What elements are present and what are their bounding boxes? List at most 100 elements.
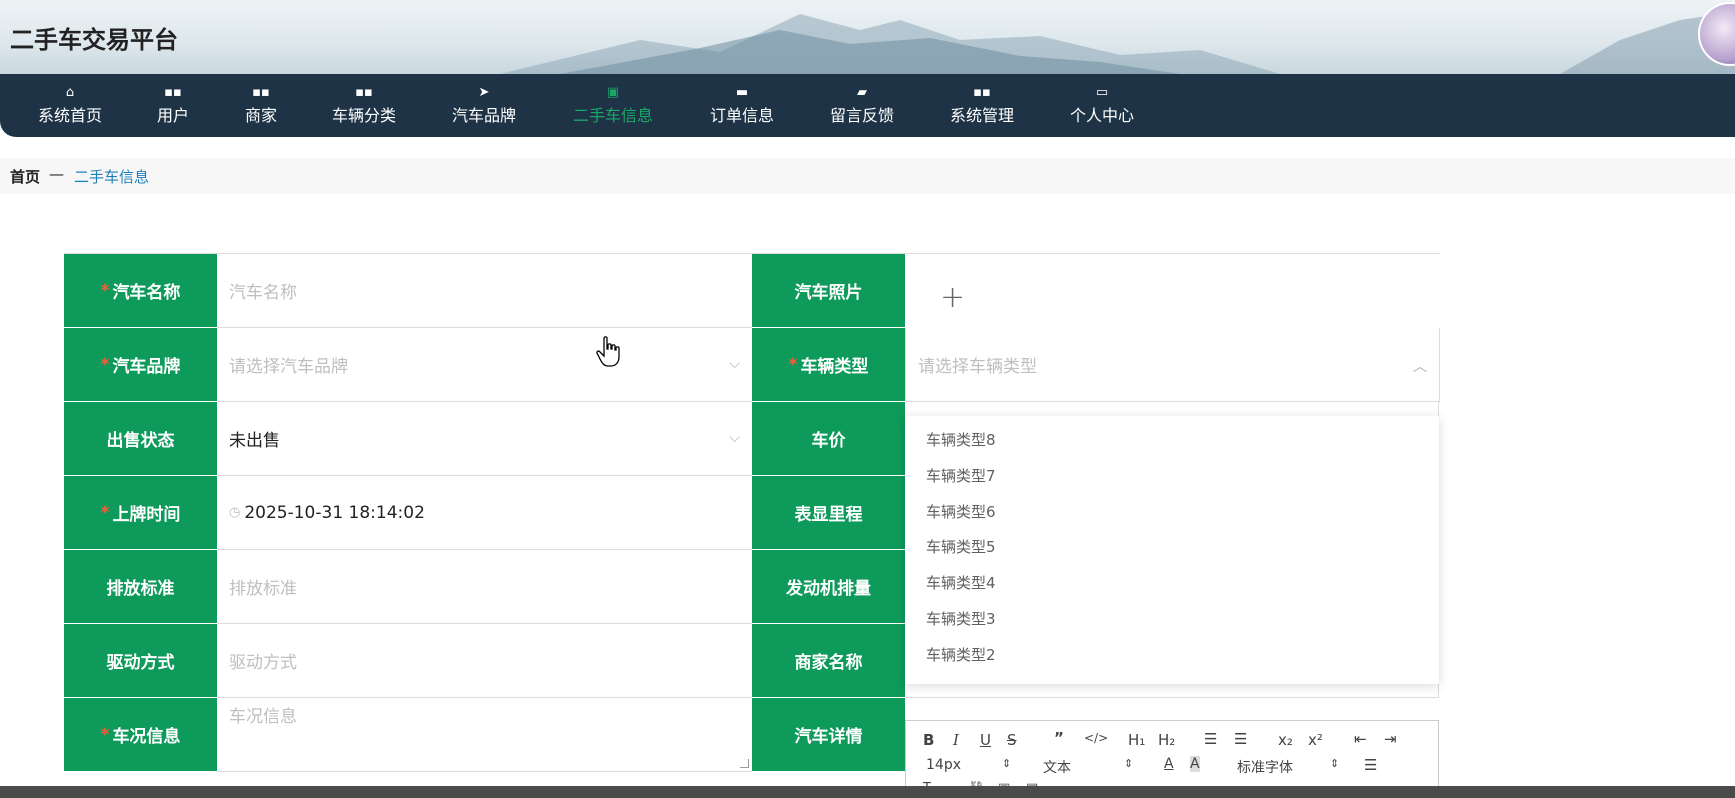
grid-icon: ▪▪: [973, 85, 991, 100]
label-text: 汽车名称: [112, 283, 181, 303]
dropdown-option[interactable]: 车辆类型6: [926, 501, 996, 522]
briefcase-icon: ▰: [857, 85, 867, 100]
placeholder: 驱动方式: [229, 653, 297, 673]
required-mark: *: [100, 354, 110, 375]
nav-item-car-brand[interactable]: ➤ 汽车品牌: [444, 74, 524, 137]
label-car-photo: 汽车照片: [752, 254, 905, 328]
resize-handle[interactable]: [740, 759, 749, 768]
superscript-icon[interactable]: x²: [1308, 731, 1323, 749]
dropdown-option[interactable]: 车辆类型4: [926, 572, 996, 593]
dropdown-option[interactable]: 车辆类型7: [926, 465, 996, 486]
selected-value: 未出售: [229, 431, 280, 451]
car-name-input[interactable]: 汽车名称: [217, 254, 752, 328]
grid-icon: ▪▪: [164, 85, 182, 100]
label-text: 发动机排量: [786, 579, 871, 599]
plate-time-picker[interactable]: ◷ 2025-10-31 18:14:02: [217, 476, 752, 550]
vehicle-type-select[interactable]: 请选择车辆类型 ︿: [905, 328, 1440, 402]
label-text: 出售状态: [106, 431, 175, 451]
label-text: 表显里程: [794, 505, 863, 525]
bottom-scroll-bar: [0, 786, 1735, 798]
vehicle-type-dropdown: 车辆类型8 车辆类型7 车辆类型6 车辆类型5 车辆类型4 车辆类型3 车辆类型…: [905, 416, 1439, 684]
clock-icon: ◷: [229, 505, 241, 520]
strikethrough-icon[interactable]: S: [1007, 731, 1017, 749]
nav-label: 系统首页: [37, 106, 102, 125]
required-mark: *: [788, 354, 798, 375]
grid-icon: ▪▪: [252, 85, 270, 100]
font-size-select[interactable]: 14px: [926, 757, 961, 773]
label-plate-time: * 上牌时间: [64, 476, 217, 550]
nav-label: 订单信息: [709, 106, 774, 125]
align-icon[interactable]: ☰: [1364, 756, 1377, 774]
dropdown-option[interactable]: 车辆类型3: [926, 608, 996, 629]
label-emission: 排放标准: [64, 550, 217, 624]
font-color-icon[interactable]: A: [1164, 756, 1174, 772]
label-text: 上牌时间: [112, 505, 181, 525]
required-mark: *: [100, 502, 110, 523]
nav-label: 个人中心: [1069, 106, 1134, 125]
label-drive: 驱动方式: [64, 624, 217, 698]
ordered-list-icon[interactable]: ☰: [1204, 730, 1217, 748]
required-mark: *: [100, 280, 110, 301]
label-text: 排放标准: [106, 579, 175, 599]
placeholder: 车况信息: [229, 707, 297, 727]
nav-item-used-car-info[interactable]: ▣ 二手车信息: [568, 74, 658, 137]
nav-item-users[interactable]: ▪▪ 用户: [148, 74, 198, 137]
date-value: 2025-10-31 18:14:02: [244, 502, 425, 523]
nav-label: 商家: [244, 106, 277, 125]
placeholder: 汽车名称: [229, 283, 297, 303]
underline-icon[interactable]: U: [980, 731, 991, 749]
nav-label: 汽车品牌: [451, 106, 516, 125]
dropdown-option[interactable]: 车辆类型8: [926, 429, 996, 450]
label-text: 车辆类型: [800, 357, 869, 377]
label-text: 车价: [811, 431, 846, 451]
sale-status-select[interactable]: 未出售 ⌵: [217, 402, 752, 476]
bold-icon[interactable]: B: [923, 731, 934, 749]
quote-icon[interactable]: ”: [1054, 729, 1064, 747]
subscript-icon[interactable]: x₂: [1278, 731, 1293, 749]
home-icon: ⌂: [65, 85, 75, 100]
car-brand-select[interactable]: 请选择汽车品牌 ⌵: [217, 328, 752, 402]
breadcrumb-home[interactable]: 首页: [10, 166, 40, 187]
nav-label: 车辆分类: [331, 106, 396, 125]
dropdown-option[interactable]: 车辆类型5: [926, 536, 996, 557]
label-displacement: 发动机排量: [752, 550, 905, 624]
drive-input[interactable]: 驱动方式: [217, 624, 752, 698]
outdent-icon[interactable]: ⇤: [1354, 730, 1367, 748]
heading2-icon[interactable]: H₂: [1158, 731, 1175, 749]
code-icon[interactable]: </>: [1084, 731, 1108, 745]
indent-icon[interactable]: ⇥: [1384, 730, 1397, 748]
bullet-list-icon[interactable]: ☰: [1234, 730, 1247, 748]
condition-textarea[interactable]: 车况信息: [217, 698, 752, 772]
nav-item-feedback[interactable]: ▰ 留言反馈: [822, 74, 902, 137]
nav-label: 留言反馈: [829, 106, 894, 125]
car-photo-upload[interactable]: [905, 254, 1440, 328]
breadcrumb: 首页 — 二手车信息: [0, 158, 1735, 194]
nav-item-home[interactable]: ⌂ 系统首页: [30, 74, 110, 137]
dropdown-option[interactable]: 车辆类型2: [926, 644, 996, 665]
emission-input[interactable]: 排放标准: [217, 550, 752, 624]
nav-item-merchants[interactable]: ▪▪ 商家: [236, 74, 286, 137]
italic-icon[interactable]: I: [953, 731, 959, 749]
nav-label: 用户: [156, 106, 189, 125]
nav-item-vehicle-category[interactable]: ▪▪ 车辆分类: [324, 74, 404, 137]
label-text: 汽车品牌: [112, 357, 181, 377]
nav-item-profile[interactable]: ▭ 个人中心: [1062, 74, 1142, 137]
label-car-name: * 汽车名称: [64, 254, 217, 328]
block-format-select[interactable]: 文本: [1043, 757, 1071, 777]
nav-item-system[interactable]: ▪▪ 系统管理: [942, 74, 1022, 137]
label-text: 商家名称: [794, 653, 863, 673]
send-icon: ➤: [478, 85, 490, 100]
background-color-icon[interactable]: A: [1190, 756, 1200, 772]
font-family-select[interactable]: 标准字体: [1237, 757, 1293, 777]
hand-cursor-icon: [596, 336, 620, 367]
heading1-icon[interactable]: H₁: [1128, 731, 1145, 749]
label-text: 车况信息: [112, 727, 181, 747]
card-icon: ▭: [1095, 85, 1109, 100]
nav-item-orders[interactable]: ▬ 订单信息: [702, 74, 782, 137]
label-text: 汽车详情: [794, 727, 863, 747]
row-divider: [905, 697, 1439, 698]
select-arrows-icon: ⇕: [1002, 757, 1012, 770]
select-arrows-icon: ⇕: [1330, 757, 1340, 770]
label-text: 驱动方式: [106, 653, 175, 673]
plus-icon[interactable]: +: [940, 280, 965, 315]
